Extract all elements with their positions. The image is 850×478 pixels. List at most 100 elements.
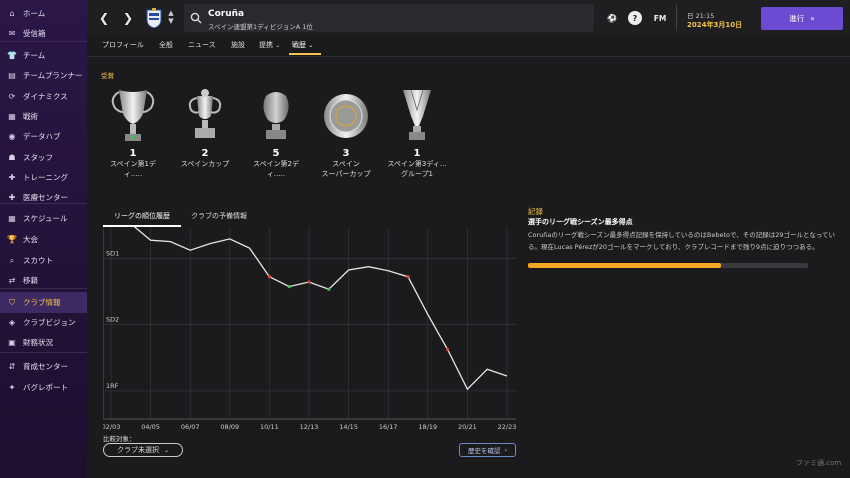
sidebar-item-dynamics[interactable]: ⟳ ダイナミクス (0, 86, 87, 107)
current-date: 2024年3月10日 (687, 21, 743, 29)
history-button-label: 歴史を確認 (467, 447, 501, 455)
sidebar-item-planner[interactable]: ▤ チームプランナー (0, 65, 87, 86)
x-tick-label: 10/11 (260, 423, 279, 431)
sidebar-item-label: チームプランナー (23, 71, 83, 80)
inbox-icon: ✉ (8, 29, 16, 38)
search-box[interactable]: Coruña スペイン連盟第1ディビジョンA 1位 (184, 4, 594, 32)
club-switch-icon[interactable]: ▲ ▼ (167, 9, 175, 25)
sidebar-item-team[interactable]: 👕 チーム (0, 45, 87, 66)
trophy-count: 5 (272, 148, 280, 159)
current-time: 日 21:15 (687, 12, 715, 20)
tab-history[interactable]: 戦歴 ⌄ (292, 40, 313, 50)
trophy-item[interactable]: 2 スペインカップ (175, 86, 235, 169)
data-point-down (406, 275, 410, 279)
sidebar-item-label: 受信箱 (23, 29, 46, 38)
tab-profile[interactable]: プロフィール (102, 40, 144, 50)
club-badge-icon[interactable] (146, 8, 162, 28)
double-chevron-icon: » (810, 14, 815, 23)
sidebar-item-data-hub[interactable]: ◉ データハブ (0, 126, 87, 147)
tab-history-label: 戦歴 (292, 41, 306, 49)
y-tick-label: SD2 (106, 316, 119, 324)
super-cup-trophy-icon (324, 94, 368, 138)
training-icon: ✚ (8, 173, 16, 182)
third-division-trophy-icon (403, 89, 431, 140)
sidebar-item-transfer[interactable]: ⇄ 移籍 (0, 270, 87, 291)
sidebar-item-tactics[interactable]: ▦ 戦術 (0, 106, 87, 127)
trophy-count: 1 (129, 148, 137, 159)
tab-facilities[interactable]: 施設 (231, 40, 245, 50)
trophy-name: スペイン スーパーカップ (321, 160, 371, 178)
sidebar-item-training[interactable]: ✚ トレーニング (0, 167, 87, 188)
sidebar-item-bug-report[interactable]: ✦ バグレポート (0, 377, 87, 398)
sidebar-item-development[interactable]: ⇵ 育成センター (0, 356, 87, 377)
watermark: ファミ通.com (796, 459, 842, 467)
tab-affiliates[interactable]: 提携 ⌄ (259, 40, 280, 50)
sidebar-item-club-vision[interactable]: ◈ クラブビジョン (0, 312, 87, 333)
search-icon (190, 12, 202, 24)
help-icon[interactable]: ? (628, 11, 642, 25)
x-tick-label: 18/19 (418, 423, 437, 431)
sidebar-item-label: データハブ (23, 132, 61, 141)
sidebar-item-finance[interactable]: ▣ 財務状況 (0, 332, 87, 353)
record-progress-fill (528, 263, 722, 268)
sidebar-item-trophy[interactable]: 🏆 大会 (0, 229, 87, 250)
forward-arrow-icon[interactable]: ❯ (120, 9, 136, 27)
trophy-count: 3 (342, 148, 350, 159)
sidebar-item-staff[interactable]: ☗ スタッフ (0, 147, 87, 168)
x-tick-label: 14/15 (339, 423, 358, 431)
ball-icon[interactable]: ⚽ (605, 11, 619, 25)
trophy-name: スペイン第2ディ..... (253, 160, 299, 178)
compare-club-dropdown[interactable]: クラブ未選択 ⌄ (103, 443, 183, 457)
trophy-item[interactable]: 1 スペイン第3ディ... グループ1 (387, 86, 447, 179)
club-info-icon: ⛉ (9, 297, 15, 307)
x-tick-label: 02/03 (103, 423, 120, 431)
sidebar-item-label: スケジュール (23, 214, 68, 223)
data-point-up (327, 287, 331, 291)
record-progress-bar (528, 263, 808, 268)
x-tick-label: 16/17 (379, 423, 398, 431)
sidebar-item-schedule[interactable]: ▦ スケジュール (0, 208, 87, 229)
sidebar-item-label: スタッフ (23, 153, 53, 162)
trophy-icon: 🏆 (7, 235, 17, 244)
finance-icon: ▣ (8, 338, 16, 347)
tab-league-position-history[interactable]: リーグの順位履歴 (114, 211, 170, 221)
sidebar-item-inbox[interactable]: ✉ 受信箱 (0, 23, 87, 44)
transfer-icon: ⇄ (8, 276, 16, 285)
sidebar-item-medical[interactable]: ✚ 医療センター (0, 187, 87, 208)
sidebar-item-label: ダイナミクス (23, 92, 68, 101)
date-box: 日 21:15 2024年3月10日 (676, 5, 752, 31)
view-history-button[interactable]: 歴史を確認 › (459, 443, 516, 457)
top-bar: ❮ ❯ ▲ ▼ Coruña スペイン連盟第1ディビジョンA 1位 ⚽ ? FM … (87, 0, 850, 36)
trophy-item[interactable]: 3 スペイン スーパーカップ (316, 86, 376, 179)
sidebar-item-label: ホーム (23, 9, 46, 18)
trophies-section-label: 受賞 (101, 72, 114, 80)
continue-button[interactable]: 進行 » (761, 7, 843, 30)
back-arrow-icon[interactable]: ❮ (96, 9, 112, 27)
trophy-count: 2 (201, 148, 209, 159)
compare-label: 比較対象： (103, 435, 136, 443)
fm-menu-button[interactable]: FM (650, 11, 670, 25)
trophy-item[interactable]: 1 スペイン第1ディ..... (103, 86, 163, 179)
team-icon: 👕 (7, 51, 17, 60)
club-league: スペイン連盟第1ディビジョンA 1位 (208, 23, 313, 31)
sidebar-item-label: 大会 (23, 235, 38, 244)
compare-button-label: クラブ未選択 (116, 446, 159, 454)
sidebar-item-scout[interactable]: ⌕ スカウト (0, 250, 87, 271)
x-tick-label: 08/09 (220, 423, 239, 431)
sidebar-item-label: トレーニング (23, 173, 68, 182)
tab-club-preliminary-info[interactable]: クラブの予備情報 (191, 211, 247, 221)
trophy-name: スペイン第1ディ..... (110, 160, 156, 178)
trophy-name: スペインカップ (180, 160, 230, 168)
y-tick-label: SD1 (106, 249, 119, 257)
sidebar-item-home[interactable]: ⌂ ホーム (0, 3, 87, 24)
medical-icon: ✚ (8, 193, 16, 202)
tab-general[interactable]: 全般 (159, 40, 173, 50)
tab-news[interactable]: ニュース (188, 40, 216, 50)
trophy-item[interactable]: 5 スペイン第2ディ..... (246, 86, 306, 179)
x-tick-label: 12/13 (300, 423, 319, 431)
sidebar-item-club-info[interactable]: ⛉ クラブ情報 (0, 292, 87, 313)
second-division-trophy-icon (263, 92, 289, 139)
sidebar-item-label: チーム (23, 51, 46, 60)
record-title: 記録 (528, 207, 543, 216)
scout-icon: ⌕ (9, 255, 15, 265)
